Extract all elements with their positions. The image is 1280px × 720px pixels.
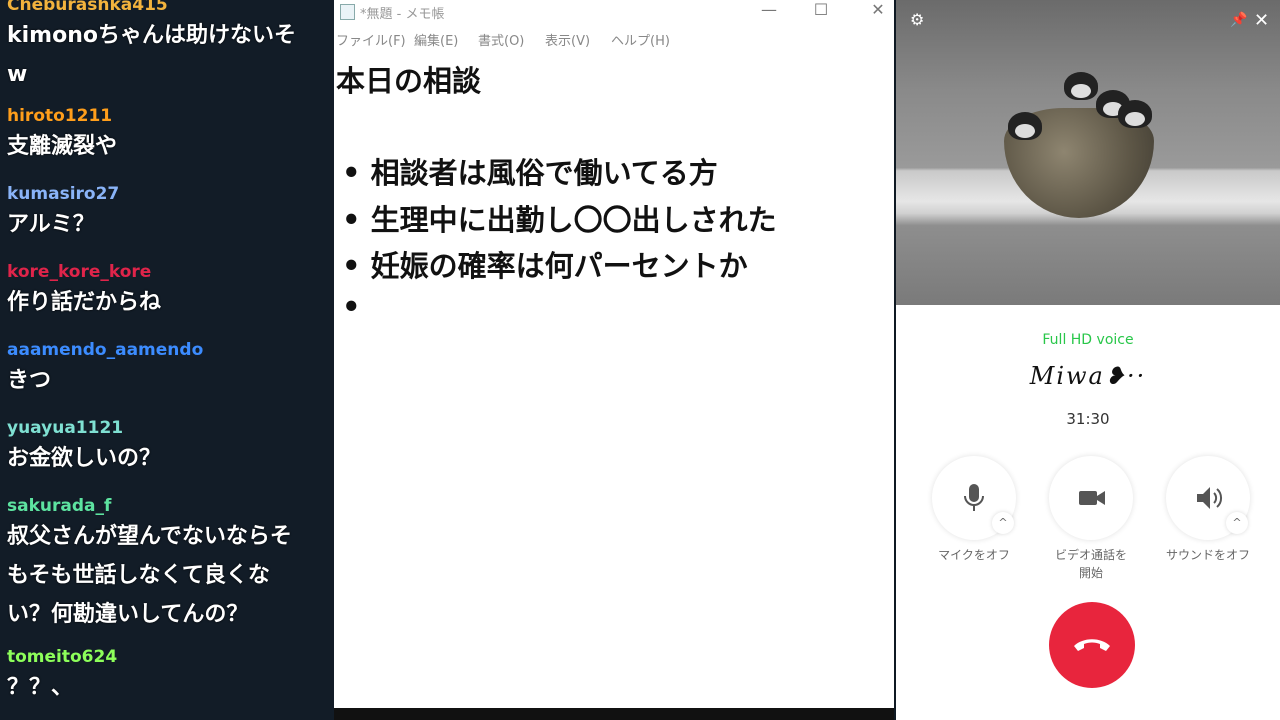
notepad-menubar: ファイル(F) 編集(E) 書式(O) 表示(V) ヘルプ(H) [334, 30, 894, 50]
chat-message: kumasiro27 アルミ？ [7, 183, 334, 244]
chat-username: kumasiro27 [7, 184, 120, 204]
end-call-button[interactable] [1049, 602, 1135, 688]
chat-text: お金欲しいの？ [7, 446, 162, 471]
note-bullet: • 妊娠の確率は何パーセントか [342, 249, 748, 283]
menu-format[interactable]: 書式(O) [478, 30, 524, 49]
mute-mic-label: マイクをオフ [938, 548, 1010, 562]
voice-quality-label: Full HD voice [1042, 332, 1134, 348]
menu-help[interactable]: ヘルプ(H) [611, 30, 670, 49]
notepad-window: *無題 - メモ帳 — ☐ ✕ ファイル(F) 編集(E) 書式(O) 表示(V… [334, 0, 894, 712]
bird-image [1064, 72, 1098, 100]
bird-image [1008, 112, 1042, 140]
caller-name: Miwa❥·· [1029, 362, 1147, 390]
chat-username: kore_kore_kore [7, 262, 152, 282]
video-camera-icon [1079, 491, 1105, 505]
chat-text: きつ [7, 368, 52, 393]
maximize-icon[interactable]: ☐ [801, 0, 841, 22]
chat-text: kimonoちゃんは助けないそ w [7, 23, 296, 87]
chat-message: kore_kore_kore 作り話だからね [7, 261, 334, 322]
chat-message: hiroto1211 支離滅裂や [7, 105, 334, 166]
notepad-icon [340, 4, 355, 20]
chat-username: Cheburashka415 [7, 0, 168, 15]
call-panel: ⚙ 📌 ✕ Full HD voice Miwa❥·· 31:30 ^ マイクを… [896, 0, 1280, 720]
chat-panel: Cheburashka415 kimonoちゃんは助けないそ w hiroto1… [0, 0, 334, 720]
chat-text: ？？、 [7, 675, 74, 700]
speaker-icon [1197, 487, 1223, 509]
notepad-text-area[interactable]: 本日の相談 • 相談者は風俗で働いてる方 • 生理中に出勤し〇〇出しされた • … [334, 54, 894, 704]
chat-text: アルミ？ [7, 212, 95, 237]
chat-username: sakurada_f [7, 496, 112, 516]
chat-message: aaamendo_aamendo きつ [7, 339, 334, 400]
notepad-titlebar[interactable]: *無題 - メモ帳 — ☐ ✕ [334, 0, 894, 26]
microphone-icon [964, 484, 984, 511]
chat-message: yuayua1121 お金欲しいの？ [7, 417, 334, 478]
chat-text: 支離滅裂や [7, 134, 118, 159]
call-duration: 31:30 [1066, 410, 1110, 428]
pin-icon[interactable]: 📌 [1230, 12, 1247, 28]
note-bullet: • 生理中に出勤し〇〇出しされた [342, 203, 777, 237]
start-video-button[interactable] [1049, 456, 1133, 540]
notepad-title: *無題 - メモ帳 [360, 7, 445, 22]
chat-text: 叔父さんが望んでないならそ もそも世話しなくて良くな い？何勘違いしてんの？ [7, 524, 292, 627]
chat-username: hiroto1211 [7, 106, 113, 126]
start-video-label: ビデオ通話を 開始 [1054, 548, 1127, 580]
minimize-icon[interactable]: — [749, 0, 789, 22]
menu-edit[interactable]: 編集(E) [414, 30, 458, 49]
bird-image [1118, 100, 1152, 128]
chat-username: yuayua1121 [7, 418, 124, 438]
chat-message: tomeito624 ？？、 [7, 646, 334, 707]
note-heading: 本日の相談 [336, 64, 482, 98]
mute-sound-label: サウンドをオフ [1165, 548, 1250, 562]
video-feed: ⚙ 📌 ✕ [896, 0, 1280, 305]
close-video-icon[interactable]: ✕ [1254, 10, 1269, 31]
hang-up-phone-icon [1074, 639, 1110, 651]
settings-icon[interactable]: ⚙ [910, 10, 924, 29]
taskbar-strip [334, 708, 894, 720]
menu-view[interactable]: 表示(V) [545, 30, 590, 49]
menu-file[interactable]: ファイル(F) [336, 30, 406, 49]
note-bullet: • [342, 290, 361, 324]
chat-text: 作り話だからね [7, 290, 162, 315]
chat-message: Cheburashka415 kimonoちゃんは助けないそ w [7, 0, 334, 94]
chat-username: aaamendo_aamendo [7, 340, 204, 360]
note-bullet: • 相談者は風俗で働いてる方 [342, 156, 718, 190]
chat-message: sakurada_f 叔父さんが望んでないならそ もそも世話しなくて良くな い？… [7, 495, 334, 634]
sound-options-chevron-icon[interactable]: ^ [1226, 512, 1248, 534]
chat-username: tomeito624 [7, 647, 118, 667]
mic-options-chevron-icon[interactable]: ^ [992, 512, 1014, 534]
close-icon[interactable]: ✕ [858, 0, 894, 22]
